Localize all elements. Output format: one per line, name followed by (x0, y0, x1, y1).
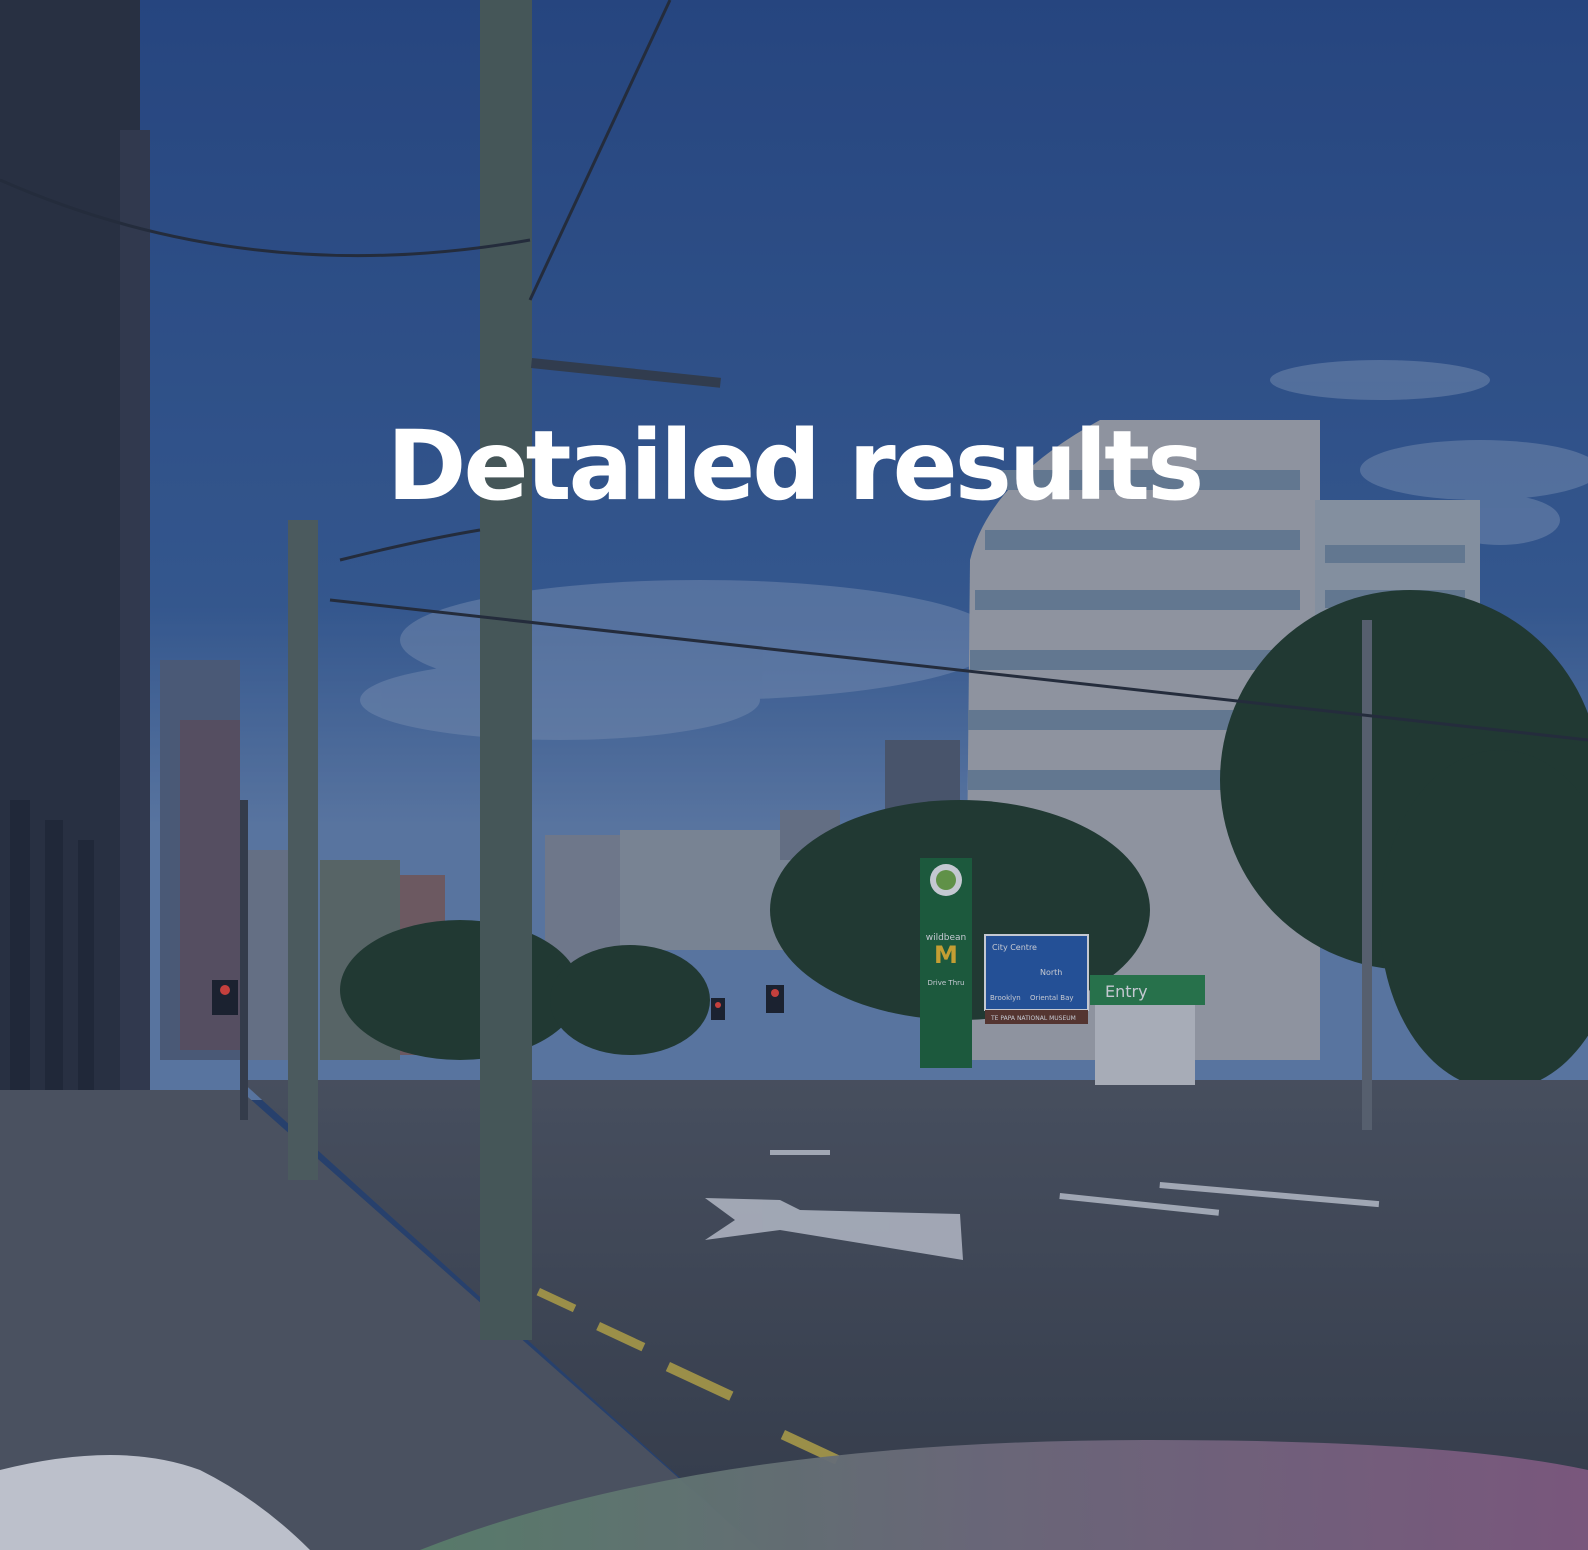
hero-title: Detailed results (386, 410, 1204, 522)
dark-overlay (0, 0, 1588, 1550)
hero-section: wildbean M Drive Thru City Centre North … (0, 0, 1588, 1550)
